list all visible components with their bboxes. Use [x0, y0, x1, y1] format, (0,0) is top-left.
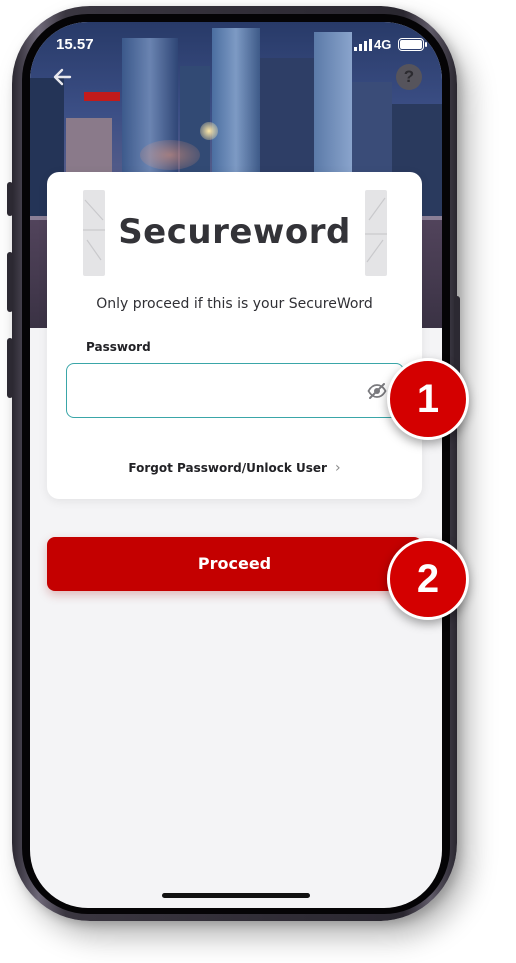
- battery-icon: [398, 38, 427, 51]
- volume-down-button: [7, 338, 13, 398]
- volume-up-button: [7, 252, 13, 312]
- proceed-button[interactable]: Proceed: [47, 537, 422, 591]
- status-bar: 15.57 4G: [30, 36, 442, 56]
- status-time: 15.57: [56, 36, 94, 53]
- secureword-text: Secureword: [118, 212, 351, 252]
- callout-marker-2: 2: [387, 538, 469, 620]
- callout-marker-1: 1: [387, 358, 469, 440]
- secureword-card: Secureword Only proceed if this is your …: [47, 172, 422, 499]
- signal-icon: [354, 39, 372, 51]
- back-arrow-icon[interactable]: [50, 64, 76, 90]
- home-indicator[interactable]: [162, 893, 310, 898]
- eye-slash-icon[interactable]: [367, 381, 387, 401]
- help-icon[interactable]: ?: [396, 64, 422, 90]
- password-field[interactable]: [66, 363, 404, 418]
- password-label: Password: [86, 340, 151, 354]
- forgot-password-link[interactable]: Forgot Password/Unlock User ›: [47, 460, 422, 476]
- chevron-right-icon: ›: [334, 460, 341, 476]
- app-screen: 15.57 4G ? Secureword Only proceed if th…: [30, 22, 442, 908]
- secureword-confirm-text: Only proceed if this is your SecureWord: [96, 296, 373, 312]
- forgot-password-label: Forgot Password/Unlock User: [128, 461, 327, 475]
- network-type: 4G: [374, 37, 392, 52]
- mute-switch: [7, 182, 13, 216]
